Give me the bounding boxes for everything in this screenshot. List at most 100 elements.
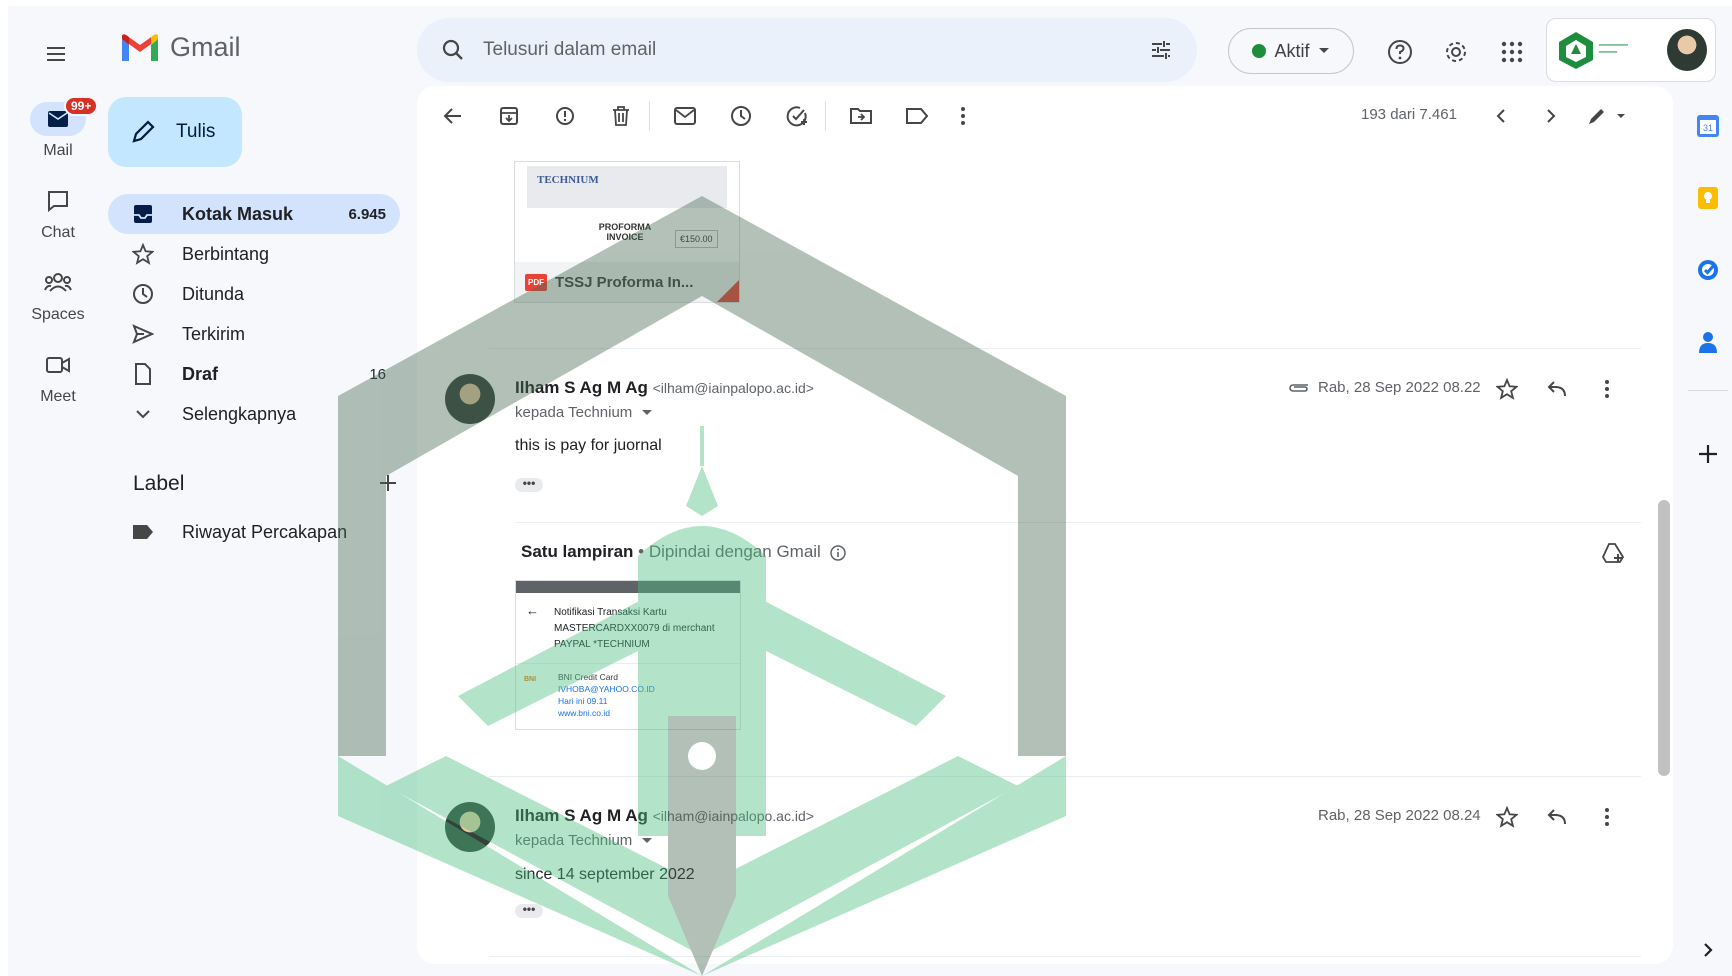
reply-button[interactable] [1542, 374, 1572, 404]
show-trimmed-content-button[interactable]: ••• [515, 903, 543, 918]
keep-icon [1698, 187, 1718, 209]
star-message-button[interactable] [1492, 802, 1522, 832]
attachment-card-image[interactable]: ← Notifikasi Transaksi Kartu MASTERCARDX… [515, 580, 741, 730]
search-input[interactable]: Telusuri dalam email [483, 39, 1149, 61]
mail-outline-icon [674, 107, 696, 125]
info-icon[interactable] [829, 544, 846, 561]
gmail-m-icon [122, 33, 158, 61]
delete-button[interactable] [605, 100, 637, 132]
attachment-filename: TSSJ Proforma In... [555, 273, 694, 291]
preview-site: www.bni.co.id [558, 708, 610, 718]
back-button[interactable] [437, 100, 469, 132]
add-to-tasks-button[interactable] [781, 100, 813, 132]
more-actions-button[interactable] [947, 100, 979, 132]
older-button[interactable] [1535, 100, 1567, 132]
add-task-icon [786, 106, 807, 127]
attachment-card-pdf[interactable]: TECHNIUM PROFORMA INVOICE €150.00 PDF TS… [514, 161, 740, 303]
sender-avatar[interactable] [445, 374, 495, 424]
account-switcher[interactable]: ━━━━━━━━ ━━━━━ [1546, 18, 1716, 82]
nav-item-sent[interactable]: Terkirim [108, 314, 400, 354]
message-divider [489, 776, 1641, 777]
rail-meet[interactable]: Meet [20, 348, 96, 406]
invoice-amount: €150.00 [675, 230, 718, 248]
status-dot-icon [1252, 44, 1267, 58]
tasks-app-button[interactable] [1692, 254, 1724, 286]
rail-spaces[interactable]: Spaces [20, 266, 96, 324]
calendar-app-button[interactable]: 31 [1692, 110, 1724, 142]
message-sender: Ilham S Ag M Ag <ilham@iainpalopo.ac.id> [515, 806, 814, 826]
message-date: Rab, 28 Sep 2022 08.22 [1318, 379, 1481, 396]
toolbar-divider [649, 102, 650, 130]
recipient-details-toggle[interactable]: kepada Technium [515, 404, 653, 421]
mark-unread-button[interactable] [669, 100, 701, 132]
inbox-icon [128, 204, 158, 224]
rail-chat[interactable]: Chat [20, 184, 96, 242]
scan-note: Dipindai dengan Gmail [648, 542, 821, 561]
attachment-filename-bar: PDF TSSJ Proforma In... [515, 262, 739, 302]
reply-button[interactable] [1542, 802, 1572, 832]
snooze-button[interactable] [725, 100, 757, 132]
show-side-panel-button[interactable] [1692, 934, 1724, 966]
newer-button[interactable] [1485, 100, 1517, 132]
rail-mail[interactable]: 99+ Mail [20, 96, 99, 160]
hamburger-icon [47, 47, 65, 61]
gmail-logo[interactable]: Gmail [120, 32, 241, 63]
nav-item-starred[interactable]: Berbintang [108, 234, 400, 274]
archive-button[interactable] [493, 100, 525, 132]
main-menu-button[interactable] [36, 34, 76, 74]
status-selector[interactable]: Aktif [1228, 28, 1354, 74]
account-avatar[interactable] [1667, 29, 1707, 71]
sender-avatar[interactable] [445, 802, 495, 852]
move-to-button[interactable] [845, 100, 877, 132]
compose-button[interactable]: Tulis [108, 97, 242, 167]
plus-icon [1699, 445, 1717, 463]
chevron-right-icon [1547, 109, 1556, 123]
gmail-app: Gmail Telusuri dalam email Aktif ━━━━━━━… [8, 6, 1732, 976]
add-to-drive-button[interactable] [1598, 538, 1628, 568]
search-options-icon[interactable] [1149, 38, 1173, 62]
reply-icon [1547, 809, 1566, 825]
keep-app-button[interactable] [1692, 182, 1724, 214]
chevron-left-icon [1496, 109, 1505, 123]
chat-rail-icon-wrap [30, 184, 86, 218]
clock-icon [128, 283, 158, 305]
report-spam-button[interactable] [549, 100, 581, 132]
attachment-header: Satu lampiran • Dipindai dengan Gmail [521, 542, 846, 562]
label-item[interactable]: Riwayat Percakapan [108, 512, 400, 552]
message-scrollbar[interactable] [1658, 500, 1670, 776]
toolbar-divider [825, 102, 826, 130]
nav-item-more[interactable]: Selengkapnya [108, 394, 400, 434]
nav-item-drafts[interactable]: Draf 16 [108, 354, 400, 394]
preview-notification-title: Notifikasi Transaksi Kartu MASTERCARDXX0… [554, 607, 715, 650]
rail-meet-label: Meet [40, 388, 76, 405]
label-as-button[interactable] [901, 100, 933, 132]
invoice-brand: TECHNIUM [537, 174, 599, 186]
star-message-button[interactable] [1492, 374, 1522, 404]
search-icon[interactable] [441, 38, 465, 62]
nav-inbox-label: Kotak Masuk [182, 203, 294, 224]
apps-button[interactable] [1492, 32, 1532, 72]
search-bar[interactable]: Telusuri dalam email [417, 18, 1197, 82]
attachment-clip-icon [1289, 384, 1308, 392]
nav-item-inbox[interactable]: Kotak Masuk 6.945 [108, 194, 400, 234]
attachment-corner-fold [717, 280, 739, 302]
message-toolbar: 193 dari 7.461 [417, 86, 1673, 146]
pencil-icon [132, 120, 155, 143]
organization-logo-text: ━━━━━━━━ ━━━━━ [1599, 43, 1628, 56]
recipient-details-toggle[interactable]: kepada Technium [515, 832, 653, 849]
input-tools-button[interactable] [1585, 100, 1629, 132]
rail-chat-label: Chat [41, 224, 75, 241]
contacts-app-button[interactable] [1692, 326, 1724, 358]
message-more-button[interactable] [1592, 802, 1622, 832]
drive-add-icon [1601, 543, 1625, 563]
settings-button[interactable] [1436, 32, 1476, 72]
nav-sent-label: Terkirim [182, 323, 245, 344]
message-more-button[interactable] [1592, 374, 1622, 404]
get-addons-button[interactable] [1692, 438, 1724, 470]
show-trimmed-content-button[interactable]: ••• [515, 477, 543, 492]
calendar-icon: 31 [1697, 115, 1719, 137]
add-label-button[interactable] [373, 468, 403, 498]
app-name: Gmail [170, 32, 241, 62]
help-button[interactable] [1380, 32, 1420, 72]
nav-item-snoozed[interactable]: Ditunda [108, 274, 400, 314]
